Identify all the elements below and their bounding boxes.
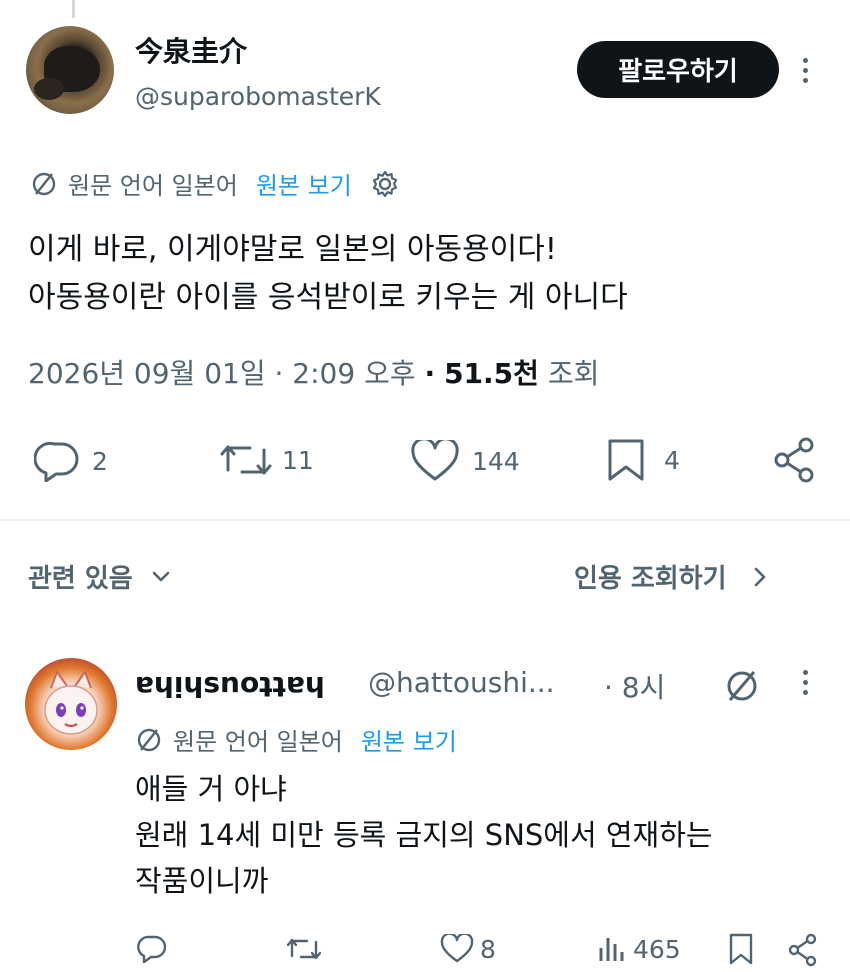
translate-slash-icon [30,170,58,198]
tweet-text-line: 아동용이란 아이를 응석받이로 키우는 게 아니다 [28,280,628,315]
chevron-down-icon [152,571,170,581]
thread-connector-line [72,0,75,18]
reply-icon [34,441,79,482]
view-original-link[interactable]: 원본 보기 [256,166,352,201]
author-handle[interactable]: @suparobomasterK [135,82,381,111]
translation-note: 원문 언어 일본어 [68,172,238,200]
chevron-right-icon [754,567,765,586]
view-quotes-label: 인용 조회하기 [574,564,727,594]
tweet-action-bar: 2 11 144 4 [28,432,828,488]
reply-view-count: 465 [633,934,681,964]
translate-slash-icon [135,726,163,754]
reply-icon [137,935,167,964]
retweet-count: 11 [282,445,314,475]
bookmark-count: 4 [664,445,680,475]
tweet-timestamp[interactable]: 2026년 09월 01일 · 2:09 오후 [28,357,416,390]
reply-views-button[interactable]: 465 [597,934,681,964]
retweet-icon [220,445,272,475]
related-sort-dropdown[interactable]: 관련 있음 [28,558,171,595]
reply-translate-slash-icon[interactable] [722,666,762,710]
section-divider [0,519,850,521]
share-icon [788,933,817,967]
bookmark-icon [729,933,753,965]
like-count: 144 [472,446,520,476]
reply-handle[interactable]: @hattoushi... [368,666,555,699]
reply-time[interactable]: · 8시 [604,666,665,706]
reply-translation-note: 원문 언어 일본어 [173,728,343,756]
reply-text-line: 원래 14세 미만 등록 금지의 SNS에서 연재하는 [135,818,713,852]
meta-separator: · [424,357,436,390]
translation-bar: 원문 언어 일본어 원본 보기 [30,166,400,201]
reply-bookmark-button[interactable] [728,933,754,965]
reply-like-button[interactable]: 8 [440,934,496,964]
reply-display-name[interactable]: ɐɥᴉɥsnoʇʇɐɥ [135,666,325,699]
related-label: 관련 있음 [28,564,133,594]
tweet-text: 이게 바로, 이게야말로 일본의 아동용이다! 아동용이란 아이를 응석받이로 … [28,226,628,322]
tweet-meta: 2026년 09월 01일 · 2:09 오후 · 51.5천 조회 [28,352,599,392]
bookmark-icon [608,439,644,481]
reply-like-count: 8 [480,934,496,964]
reply-share-button[interactable] [787,933,819,967]
reply-button[interactable]: 2 [34,440,108,482]
reply-translation-bar: 원문 언어 일본어 원본 보기 [135,722,457,757]
reply-retweet-button[interactable] [286,935,322,963]
analytics-icon [599,938,624,961]
tweet-text-line: 이게 바로, 이게야말로 일본의 아동용이다! [28,232,557,267]
reply-text: 애들 거 아냐 원래 14세 미만 등록 금지의 SNS에서 연재하는 작품이니… [135,766,713,904]
share-icon [774,437,814,483]
view-label: 조회 [547,357,600,390]
reply-text-line: 작품이니까 [135,864,269,898]
reply-count: 2 [92,446,108,476]
more-options-icon[interactable] [803,58,809,83]
reply-author-avatar[interactable] [25,658,117,750]
bookmark-button[interactable]: 4 [606,438,680,482]
reply-view-original-link[interactable]: 원본 보기 [361,722,457,757]
heart-icon [440,934,474,963]
follow-button[interactable]: 팔로우하기 [577,41,779,98]
reply-more-options-icon[interactable] [803,670,809,695]
translation-settings-icon[interactable] [370,169,400,199]
author-display-name[interactable]: 今泉圭介 [135,30,247,70]
view-count: 51.5천 [444,357,539,390]
reply-text-line: 애들 거 아냐 [135,772,287,806]
like-button[interactable]: 144 [410,440,520,482]
author-avatar[interactable] [26,26,114,114]
view-quotes-link[interactable]: 인용 조회하기 [574,558,767,595]
share-button[interactable] [772,436,818,484]
heart-icon [411,440,459,481]
retweet-icon [286,938,322,960]
retweet-button[interactable]: 11 [220,440,314,480]
reply-reply-button[interactable] [136,934,168,964]
